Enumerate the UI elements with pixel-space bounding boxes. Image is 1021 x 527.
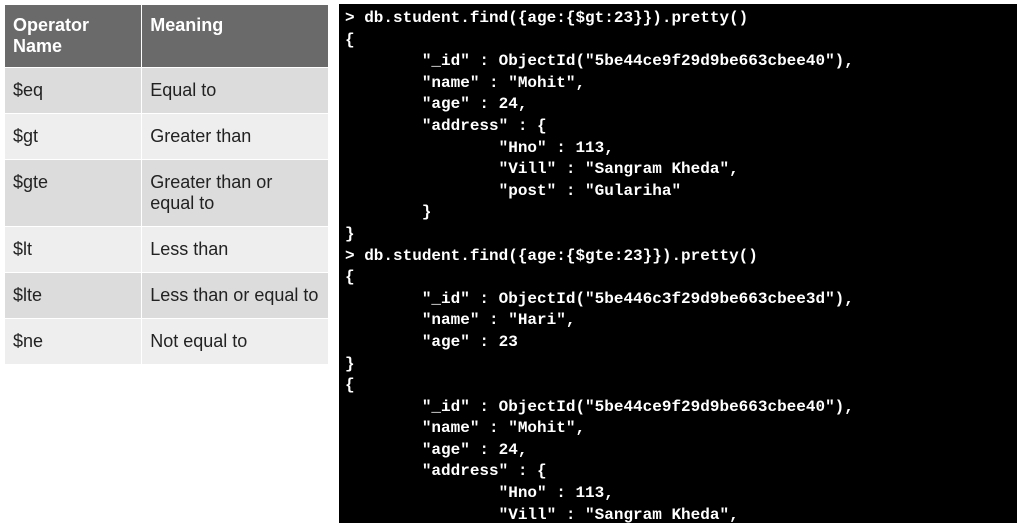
table-row: $lt Less than [5, 227, 329, 273]
operator-cell: $lte [5, 273, 142, 319]
operator-cell: $eq [5, 68, 142, 114]
operator-cell: $lt [5, 227, 142, 273]
meaning-cell: Less than or equal to [142, 273, 329, 319]
operator-meaning-table: Operator Name Meaning $eq Equal to $gt G… [4, 4, 329, 523]
operator-cell: $gt [5, 114, 142, 160]
column-header-operator: Operator Name [5, 5, 142, 68]
meaning-cell: Greater than [142, 114, 329, 160]
meaning-cell: Greater than or equal to [142, 160, 329, 227]
operator-cell: $gte [5, 160, 142, 227]
table-row: $ne Not equal to [5, 319, 329, 365]
meaning-cell: Equal to [142, 68, 329, 114]
table-row: $lte Less than or equal to [5, 273, 329, 319]
operator-table: Operator Name Meaning $eq Equal to $gt G… [4, 4, 329, 365]
table-row: $gt Greater than [5, 114, 329, 160]
table-header-row: Operator Name Meaning [5, 5, 329, 68]
terminal-output: > db.student.find({age:{$gt:23}}).pretty… [339, 4, 1017, 523]
table-row: $eq Equal to [5, 68, 329, 114]
operator-cell: $ne [5, 319, 142, 365]
table-row: $gte Greater than or equal to [5, 160, 329, 227]
column-header-meaning: Meaning [142, 5, 329, 68]
meaning-cell: Not equal to [142, 319, 329, 365]
meaning-cell: Less than [142, 227, 329, 273]
